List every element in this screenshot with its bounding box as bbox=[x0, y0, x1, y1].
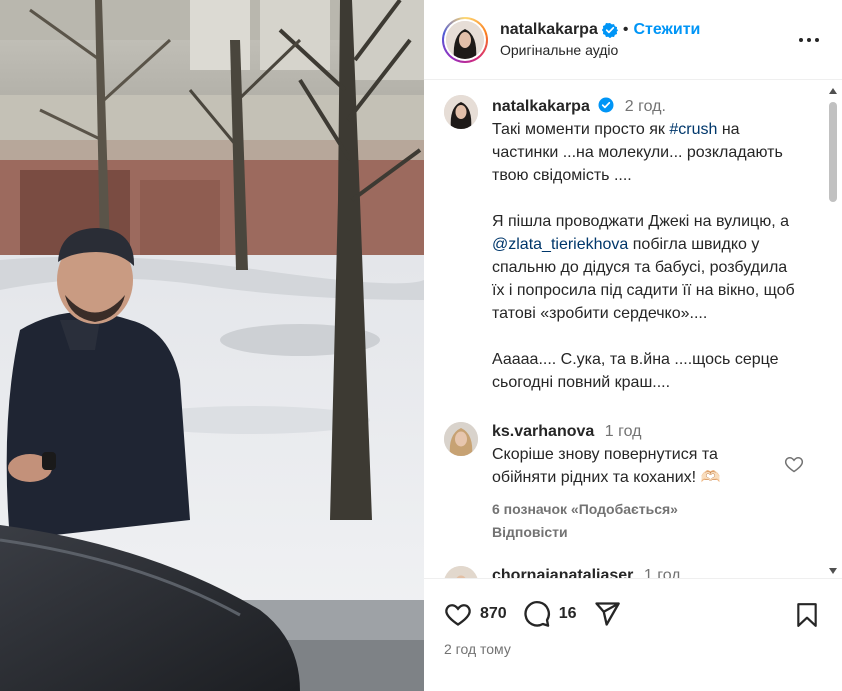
verified-badge-icon bbox=[601, 22, 618, 38]
scroll-up-arrow-icon[interactable] bbox=[829, 88, 837, 94]
commenter-avatar[interactable] bbox=[444, 422, 478, 456]
caption-text-2a: Я пішла проводжати Джекі на вулицю, а bbox=[492, 213, 789, 230]
verified-badge-icon bbox=[598, 97, 614, 113]
post-header: natalkakarpa • Стежити Оригінальне аудіо bbox=[424, 0, 842, 80]
posted-ago[interactable]: 2 год тому bbox=[424, 631, 842, 657]
scroll-down-arrow-icon[interactable] bbox=[829, 568, 837, 574]
comments-count[interactable]: 16 bbox=[559, 605, 577, 623]
scrollbar-thumb[interactable] bbox=[829, 102, 837, 202]
comment-author[interactable]: ks.varhanova bbox=[492, 423, 594, 440]
scrollbar[interactable] bbox=[826, 84, 840, 578]
audio-label[interactable]: Оригінальне аудіо bbox=[500, 42, 700, 58]
comment-time: 1 год bbox=[604, 423, 642, 440]
caption-time: 2 год. bbox=[624, 98, 666, 115]
caption-avatar[interactable] bbox=[444, 95, 478, 129]
comment-like-heart-icon[interactable] bbox=[784, 454, 804, 474]
reply-button[interactable]: Відповісти bbox=[492, 524, 568, 540]
likes-count[interactable]: 870 bbox=[480, 605, 507, 623]
more-options-icon[interactable] bbox=[798, 30, 820, 50]
share-action[interactable] bbox=[593, 600, 621, 628]
hashtag-link[interactable]: #crush bbox=[669, 121, 717, 138]
separator-dot: • bbox=[622, 21, 629, 38]
comment-likes[interactable]: 6 позначок «Подобається» bbox=[492, 501, 678, 517]
comment-author[interactable]: chornaianataliaser bbox=[492, 567, 633, 578]
post-caption: natalkakarpa 2 год. Такі моменти просто … bbox=[424, 81, 842, 394]
comments-scroll-area[interactable]: natalkakarpa 2 год. Такі моменти просто … bbox=[424, 81, 842, 578]
avatar bbox=[446, 20, 484, 59]
follow-button[interactable]: Стежити bbox=[633, 21, 700, 39]
like-action[interactable]: 870 bbox=[444, 600, 507, 628]
post-panel: natalkakarpa • Стежити Оригінальне аудіо bbox=[424, 0, 842, 691]
caption-text-3: Ааааа.... С.ука, та в.йна ....щось серце… bbox=[492, 351, 779, 391]
post-media[interactable] bbox=[0, 0, 424, 691]
author-username[interactable]: natalkakarpa bbox=[500, 21, 598, 39]
story-ring[interactable] bbox=[442, 16, 488, 63]
caption-author[interactable]: natalkakarpa bbox=[492, 98, 590, 115]
bookmark-icon[interactable] bbox=[794, 601, 820, 629]
comment-text: Скоріше знову повернутися та обійняти рі… bbox=[492, 446, 721, 486]
comment-time: 1 год bbox=[643, 567, 681, 578]
video-frame-image bbox=[0, 0, 424, 691]
comment-action[interactable]: 16 bbox=[523, 600, 577, 628]
share-paper-plane-icon[interactable] bbox=[593, 600, 621, 628]
mention-link[interactable]: @zlata_tieriekhova bbox=[492, 236, 628, 253]
comment-item: chornaianataliaser 1 год bbox=[424, 564, 842, 578]
comment-bubble-icon[interactable] bbox=[523, 600, 551, 628]
post-actions: 870 16 2 год тому bbox=[424, 578, 842, 691]
heart-icon[interactable] bbox=[444, 600, 472, 628]
caption-text-1a: Такі моменти просто як bbox=[492, 121, 670, 138]
commenter-avatar[interactable] bbox=[444, 566, 478, 578]
comment-item: ks.varhanova 1 год Скоріше знову поверну… bbox=[424, 420, 842, 544]
